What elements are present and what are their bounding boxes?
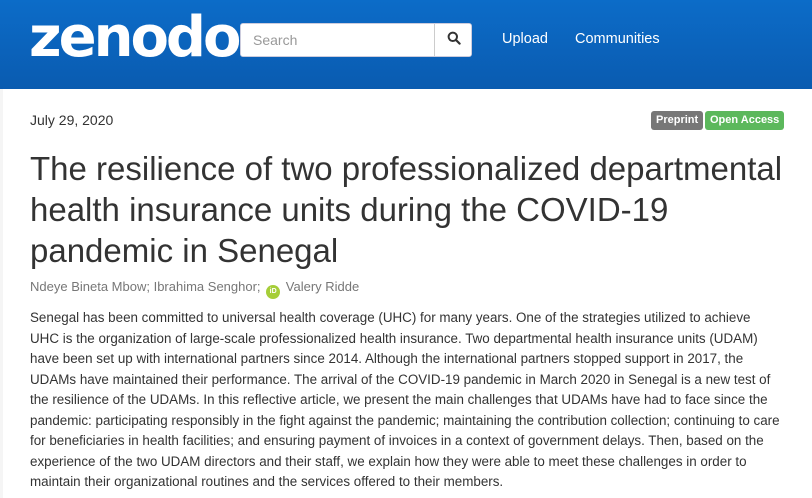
preprint-badge: Preprint [651,111,704,130]
open-access-badge: Open Access [705,111,785,130]
page-edge [0,89,3,498]
author-name[interactable]: Valery Ridde [286,279,359,294]
nav-upload-link[interactable]: Upload [502,31,548,47]
author-list: Ndeye Bineta Mbow; Ibrahima Senghor; iD … [30,279,359,299]
zenodo-logo[interactable]: zenodo [29,10,241,68]
author-name[interactable]: Ibrahima Senghor; [154,279,261,294]
publication-date: July 29, 2020 [30,112,114,128]
abstract-text: Senegal has been committed to universal … [30,310,780,489]
author-name[interactable]: Ndeye Bineta Mbow; [30,279,150,294]
nav-communities-link[interactable]: Communities [575,31,660,47]
record-title: The resilience of two professionalized d… [30,150,783,269]
search-button[interactable] [434,24,471,56]
orcid-icon[interactable]: iD [266,285,281,299]
search-icon [447,31,461,50]
search-input[interactable] [241,24,434,56]
search-form [240,23,472,57]
top-navbar: zenodo Upload Communities [0,0,812,89]
